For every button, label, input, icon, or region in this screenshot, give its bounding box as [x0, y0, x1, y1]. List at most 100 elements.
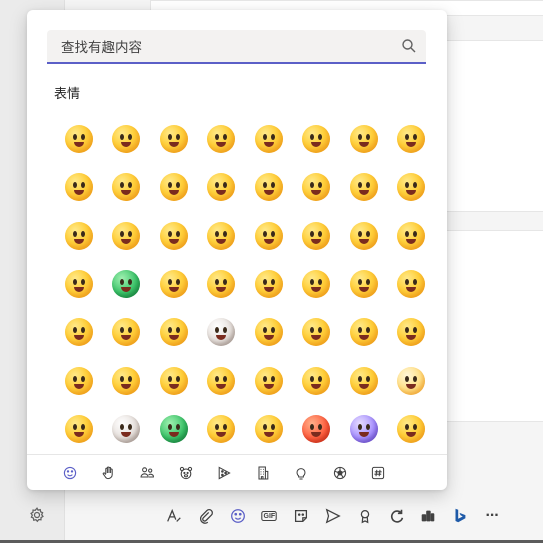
grinning-face-big-eyes-emoji[interactable]	[103, 115, 151, 163]
format-icon[interactable]	[158, 504, 190, 528]
heart-eyes-icon	[302, 173, 331, 202]
bing-icon[interactable]	[444, 504, 476, 528]
smirking-face-icon	[254, 318, 283, 347]
soccer-ball-icon[interactable]	[321, 459, 360, 487]
face-blowing-kiss-icon	[397, 173, 426, 202]
sticker-icon[interactable]	[285, 504, 317, 528]
food-icon[interactable]	[205, 459, 244, 487]
schedule-send-icon[interactable]	[317, 504, 349, 528]
smiling-face-with-hearts-emoji[interactable]	[245, 163, 293, 211]
expressionless-face-icon	[112, 318, 141, 347]
sleeping-face-emoji[interactable]	[340, 356, 388, 404]
praise-icon[interactable]	[349, 504, 381, 528]
woozy-face-emoji[interactable]	[388, 405, 436, 453]
cold-face-emoji[interactable]	[340, 405, 388, 453]
squinting-face-tongue-emoji[interactable]	[55, 260, 103, 308]
face-savoring-food-emoji[interactable]	[245, 212, 293, 260]
hot-face-icon	[302, 414, 331, 443]
face-blowing-kiss-emoji[interactable]	[388, 163, 436, 211]
hand-icon[interactable]	[90, 459, 129, 487]
face-with-tears-of-joy-emoji[interactable]	[340, 115, 388, 163]
rolling-on-floor-laughing-emoji[interactable]	[293, 115, 341, 163]
winking-face-icon	[112, 173, 141, 202]
lying-face-emoji[interactable]	[103, 356, 151, 404]
animal-icon[interactable]	[167, 459, 206, 487]
smiling-face-smiling-eyes-emoji[interactable]	[150, 163, 198, 211]
attach-icon[interactable]	[190, 504, 222, 528]
face-raised-eyebrow-emoji[interactable]	[388, 260, 436, 308]
cold-face-icon	[349, 414, 378, 443]
beaming-face-icon	[159, 125, 188, 154]
winking-face-tongue-icon	[349, 221, 378, 250]
settings-gear-icon[interactable]	[24, 502, 50, 528]
face-with-tongue-emoji[interactable]	[293, 212, 341, 260]
category-tabs	[27, 454, 447, 490]
neutral-face-emoji[interactable]	[55, 308, 103, 356]
grinning-squinting-face-icon	[207, 125, 236, 154]
upside-down-face-icon	[64, 173, 93, 202]
heart-eyes-emoji[interactable]	[293, 163, 341, 211]
shushing-face-emoji[interactable]	[245, 260, 293, 308]
nauseated-face-emoji[interactable]	[150, 405, 198, 453]
winking-face-emoji[interactable]	[103, 163, 151, 211]
smiling-face-emoji[interactable]	[103, 212, 151, 260]
unamused-face-emoji[interactable]	[293, 308, 341, 356]
sleepy-face-emoji[interactable]	[245, 356, 293, 404]
people-icon[interactable]	[128, 459, 167, 487]
face-with-medical-mask-emoji[interactable]	[388, 356, 436, 404]
expressionless-face-emoji[interactable]	[103, 308, 151, 356]
vomiting-face-emoji[interactable]	[198, 405, 246, 453]
kissing-face-icon	[64, 221, 93, 250]
smiley-icon[interactable]	[51, 459, 90, 487]
relieved-face-emoji[interactable]	[150, 356, 198, 404]
relieved-face-icon	[159, 366, 188, 395]
face-in-clouds-emoji[interactable]	[198, 308, 246, 356]
face-exhaling-emoji[interactable]	[55, 356, 103, 404]
kissing-face-smiling-eyes-emoji[interactable]	[198, 212, 246, 260]
beaming-face-emoji[interactable]	[150, 115, 198, 163]
kissing-face-closed-eyes-emoji[interactable]	[150, 212, 198, 260]
zipper-mouth-face-emoji[interactable]	[340, 260, 388, 308]
rolling-on-floor-laughing-icon	[302, 125, 331, 154]
viva-icon[interactable]	[413, 504, 445, 528]
woozy-face-icon	[397, 414, 426, 443]
hugging-face-icon	[159, 270, 188, 299]
smiling-face-with-halo-emoji[interactable]	[198, 163, 246, 211]
pensive-face-emoji[interactable]	[198, 356, 246, 404]
search-input[interactable]	[59, 30, 393, 64]
face-with-hand-over-mouth-icon	[207, 270, 236, 299]
vomiting-face-icon	[207, 414, 236, 443]
star-struck-emoji[interactable]	[340, 163, 388, 211]
grinning-face-sweat-emoji[interactable]	[245, 115, 293, 163]
face-rolling-eyes-emoji[interactable]	[340, 308, 388, 356]
face-without-mouth-emoji[interactable]	[150, 308, 198, 356]
emoji-icon[interactable]	[222, 504, 254, 528]
grinning-face-emoji[interactable]	[55, 115, 103, 163]
upside-down-face-emoji[interactable]	[55, 163, 103, 211]
hashtag-icon[interactable]	[359, 459, 398, 487]
search-icon[interactable]	[401, 38, 417, 54]
money-mouth-face-emoji[interactable]	[103, 260, 151, 308]
thinking-face-emoji[interactable]	[293, 260, 341, 308]
kissing-face-emoji[interactable]	[55, 212, 103, 260]
face-with-hand-over-mouth-emoji[interactable]	[198, 260, 246, 308]
smirking-face-emoji[interactable]	[245, 308, 293, 356]
smiling-face-icon	[112, 221, 141, 250]
sneezing-face-emoji[interactable]	[245, 405, 293, 453]
lightbulb-icon[interactable]	[282, 459, 321, 487]
face-with-head-bandage-emoji[interactable]	[103, 405, 151, 453]
slightly-smiling-face-emoji[interactable]	[388, 115, 436, 163]
drooling-face-emoji[interactable]	[293, 356, 341, 404]
hugging-face-emoji[interactable]	[150, 260, 198, 308]
face-with-thermometer-emoji[interactable]	[55, 405, 103, 453]
winking-face-tongue-emoji[interactable]	[340, 212, 388, 260]
zany-face-emoji[interactable]	[388, 212, 436, 260]
grimacing-face-emoji[interactable]	[388, 308, 436, 356]
search-box	[47, 30, 426, 64]
grinning-squinting-face-emoji[interactable]	[198, 115, 246, 163]
building-icon[interactable]	[244, 459, 283, 487]
hot-face-emoji[interactable]	[293, 405, 341, 453]
more-icon[interactable]: ···	[476, 504, 508, 528]
loop-icon[interactable]	[381, 504, 413, 528]
gif-icon[interactable]: GIF	[253, 504, 285, 528]
